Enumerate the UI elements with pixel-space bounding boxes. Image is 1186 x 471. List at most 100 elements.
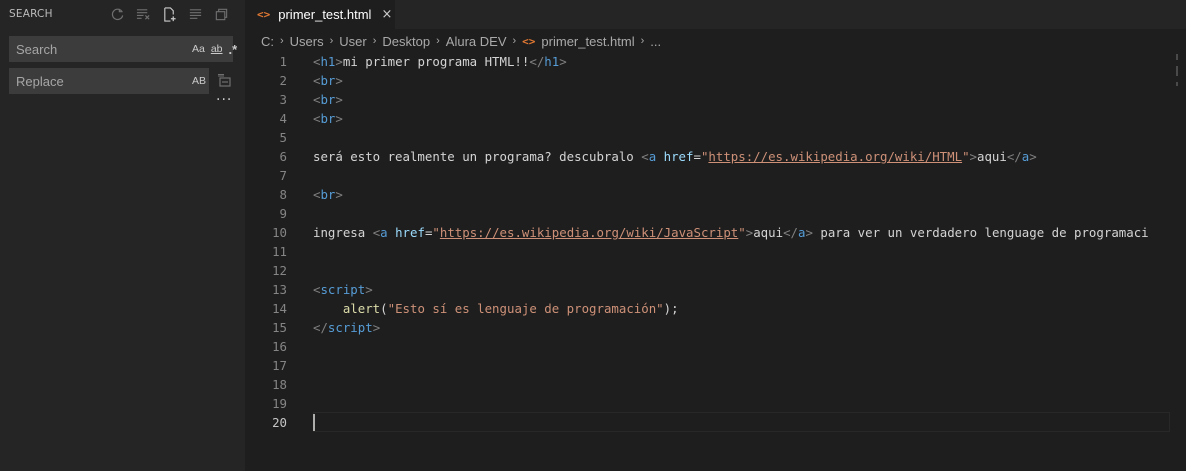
code-line[interactable]: 12 [245,261,1186,280]
code-line[interactable]: 3 <br> [245,90,1186,109]
breadcrumb-user[interactable]: User [339,34,366,49]
line-number: 20 [272,415,287,430]
code-line[interactable]: 16 [245,337,1186,356]
breadcrumb-desktop[interactable]: Desktop [382,34,430,49]
line-number: 6 [279,149,287,164]
match-case-toggle[interactable]: Aa [192,44,205,55]
code-token-ang: > [335,54,343,69]
search-input[interactable] [9,36,192,62]
overview-ruler[interactable] [1176,52,1178,92]
code-token-link[interactable]: https://es.wikipedia.org/wiki/JavaScript [440,225,738,240]
code-token-ang: </ [313,320,328,335]
chevron-right-icon: › [372,35,377,47]
code-token-ang: > [365,282,373,297]
code-token-str: "Esto sí es lenguaje de programación" [387,301,664,316]
code-token-ang: > [559,54,567,69]
code-token-ang: </ [1006,149,1022,164]
code-line[interactable]: 5 [245,128,1186,147]
code-line[interactable]: 9 [245,204,1186,223]
search-sidebar: SEARCH Aa ab .* AB [0,0,245,471]
code-line[interactable]: 15 </script> [245,318,1186,337]
clear-results-icon[interactable] [134,5,152,23]
code-content: alert("Esto sí es lenguaje de programaci… [313,301,679,316]
code-line[interactable]: 4 <br> [245,109,1186,128]
tab-label: primer_test.html [278,7,372,22]
code-token-attr: href [395,225,425,240]
code-token-txt: mi primer programa HTML!! [342,54,530,69]
code-line[interactable]: 13 <script> [245,280,1186,299]
code-token-txt: = [693,149,701,164]
line-number: 10 [272,225,287,240]
code-token-ang: > [335,187,343,202]
breadcrumb-alura-dev[interactable]: Alura DEV [446,34,507,49]
line-number: 5 [279,130,287,145]
close-icon[interactable]: × [381,7,392,22]
code-line[interactable]: 2 <br> [245,71,1186,90]
code-line[interactable]: 7 [245,166,1186,185]
code-content: <h1>mi primer programa HTML!!</h1> [313,54,567,69]
code-token-ang: > [969,149,977,164]
code-token-link[interactable]: https://es.wikipedia.org/wiki/HTML [708,149,962,164]
line-number: 3 [279,92,287,107]
code-line[interactable]: 6 será esto realmente un programa? descub… [245,147,1186,166]
collapse-all-icon[interactable] [186,5,204,23]
breadcrumb-users[interactable]: Users [290,34,324,49]
code-token-txt: ( [380,301,388,316]
code-line[interactable]: 10 ingresa <a href="https://es.wikipedia.… [245,223,1186,242]
code-token-tag: h1 [544,54,560,69]
code-line[interactable]: 1 <h1>mi primer programa HTML!!</h1> [245,52,1186,71]
line-number: 19 [272,396,287,411]
line-number: 9 [279,206,287,221]
code-line[interactable]: 18 [245,375,1186,394]
code-line[interactable]: 14 alert("Esto sí es lenguaje de program… [245,299,1186,318]
code-content: </script> [313,320,380,335]
code-token-ang: </ [529,54,545,69]
match-whole-word-toggle[interactable]: ab [211,44,223,55]
code-token-ang: > [1029,149,1037,164]
code-token-str: " [962,149,970,164]
code-content: será esto realmente un programa? descubr… [313,149,1037,164]
line-number: 15 [272,320,287,335]
code-content: <br> [313,92,343,107]
code-token-tag: br [320,187,336,202]
code-token-tag: br [320,73,336,88]
code-line[interactable]: 17 [245,356,1186,375]
code-content: <br> [313,187,343,202]
code-token-txt: ingresa [313,225,373,240]
code-token-ang: > [805,225,813,240]
replace-input[interactable] [9,68,192,94]
line-number: 11 [272,244,287,259]
new-search-editor-icon[interactable] [160,5,178,23]
code-line[interactable]: 20 [245,412,1186,432]
code-token-txt: para ver un verdadero lenguage de progra… [812,225,1149,240]
text-cursor [313,414,315,431]
line-number: 18 [272,377,287,392]
replace-all-icon[interactable] [216,73,232,89]
code-token-tag: a [380,225,388,240]
preserve-case-toggle[interactable]: AB [192,76,206,87]
code-editor[interactable]: 1 <h1>mi primer programa HTML!!</h1> 2 <br>… [245,52,1186,471]
replace-field-container: AB [9,68,209,94]
use-regex-toggle[interactable]: .* [229,43,238,56]
chevron-right-icon: › [512,35,517,47]
breadcrumb-symbols[interactable]: ... [650,34,661,49]
more-options-icon[interactable]: ··· [216,93,232,107]
breadcrumb-file[interactable]: primer_test.html [541,34,634,49]
html-file-icon: <> [257,8,271,21]
code-line[interactable]: 11 [245,242,1186,261]
tab-primer-test-html[interactable]: <> primer_test.html × [245,0,395,29]
code-token-ang: > [335,111,343,126]
line-number: 17 [272,358,287,373]
code-line[interactable]: 8 <br> [245,185,1186,204]
view-as-tree-icon[interactable] [212,5,230,23]
code-token-attr: href [663,149,694,164]
refresh-icon[interactable] [108,5,126,23]
breadcrumb-drive[interactable]: C: [261,34,274,49]
code-line[interactable]: 19 [245,394,1186,413]
code-content: <br> [313,111,343,126]
code-token-ang: > [335,92,343,107]
code-token-str: " [432,225,440,240]
